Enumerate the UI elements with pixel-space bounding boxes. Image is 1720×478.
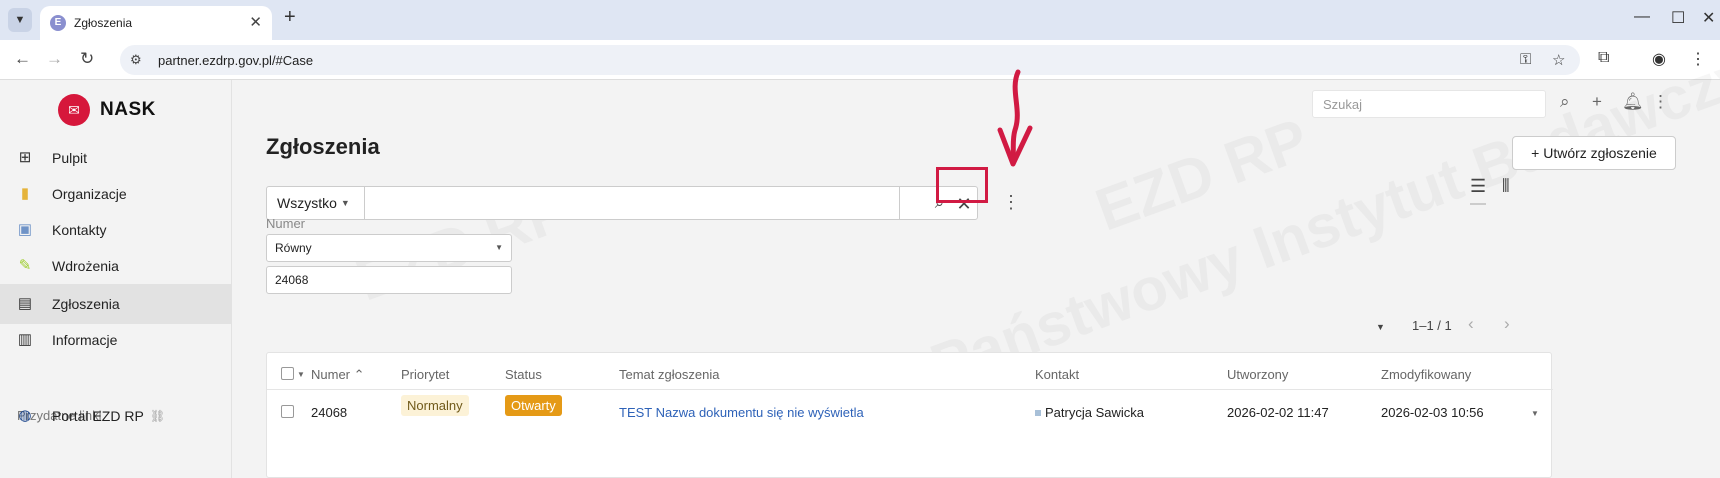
contact-card-icon: ▣ xyxy=(17,221,33,238)
grid-icon: ⊞ xyxy=(18,149,32,166)
logo-text: NASK xyxy=(100,99,156,120)
maximize-icon[interactable]: ☐ xyxy=(1671,8,1685,28)
sidebar-item-pulpit[interactable]: ⊞ Pulpit xyxy=(0,138,232,178)
sidebar-item-label: Informacje xyxy=(52,332,118,348)
sidebar-item-kontakty[interactable]: ▣ Kontakty xyxy=(0,210,232,250)
sidebar-item-label: Pulpit xyxy=(52,150,88,166)
filter-scope-select[interactable]: Wszystko ▼ xyxy=(267,187,365,219)
filter-options-icon[interactable]: ⋮ xyxy=(1002,192,1020,213)
next-page-icon[interactable]: › xyxy=(1504,314,1510,334)
annotation-highlight-box xyxy=(936,167,988,203)
priority-badge: Normalny xyxy=(401,395,469,416)
pencil-icon: ✎ xyxy=(18,257,32,274)
pagination-text: 1–1 / 1 xyxy=(1412,318,1452,333)
reload-icon[interactable]: ↻ xyxy=(80,49,94,69)
tab-title: Zgłoszenia xyxy=(74,16,133,30)
briefcase-icon: ▤ xyxy=(17,295,33,312)
column-header-temat[interactable]: Temat zgłoszenia xyxy=(619,367,719,382)
more-menu-icon[interactable]: ⋮ xyxy=(1652,92,1669,112)
cell-numer: 24068 xyxy=(311,405,348,420)
header-divider xyxy=(267,389,1553,390)
bell-icon[interactable]: 🔔︎ xyxy=(1622,92,1644,112)
extensions-icon[interactable]: ⧉ xyxy=(1598,49,1609,67)
star-icon[interactable]: ☆ xyxy=(1552,51,1565,69)
page-title: Zgłoszenia xyxy=(266,134,380,159)
cell-kontakt[interactable]: Patrycja Sawicka xyxy=(1035,405,1144,420)
sidebar-item-informacje[interactable]: ▥ Informacje xyxy=(0,320,232,360)
select-menu-caret-icon[interactable]: ▼ xyxy=(297,370,305,379)
globe-icon: ◍ xyxy=(18,407,32,424)
cell-utworzony: 2026-02-02 11:47 xyxy=(1227,405,1329,420)
sidebar-item-wdrozenia[interactable]: ✎ Wdrożenia xyxy=(0,246,232,286)
cell-zmodyfikowany: 2026-02-03 10:56 xyxy=(1381,405,1484,420)
sidebar-item-label: Organizacje xyxy=(52,186,127,202)
search-icon[interactable]: ⌕ xyxy=(1560,92,1570,112)
tab-close-icon[interactable]: ✕ xyxy=(249,13,262,31)
sidebar-link-label: Portal EZD RP xyxy=(52,408,144,424)
sidebar-item-label: Zgłoszenia xyxy=(52,296,120,312)
browser-toolbar: ← → ↻ ⚙ partner.ezdrp.gov.pl/#Case ⚿ ☆ ⧉… xyxy=(0,40,1720,80)
main-content: EZD RP NASK — Państwowy Instytut Badawcz… xyxy=(232,80,1720,478)
column-header-label: Numer xyxy=(311,367,351,382)
cases-table: ▼ Numer ⌃ Priorytet Status Temat zgłosze… xyxy=(266,352,1553,478)
building-icon: ▮ xyxy=(20,185,30,202)
prev-page-icon[interactable]: ‹ xyxy=(1468,314,1474,334)
url-text: partner.ezdrp.gov.pl/#Case xyxy=(158,53,314,68)
new-tab-icon[interactable]: + xyxy=(284,6,296,29)
kanban-view-icon[interactable]: ⫴ xyxy=(1502,176,1510,197)
sort-asc-icon: ⌃ xyxy=(353,367,365,382)
sidebar-item-label: Kontakty xyxy=(52,222,107,238)
column-header-status[interactable]: Status xyxy=(505,367,542,382)
column-header-kontakt[interactable]: Kontakt xyxy=(1035,367,1079,382)
minimize-icon[interactable]: — xyxy=(1634,8,1650,26)
row-actions-caret-icon[interactable]: ▼ xyxy=(1531,409,1539,418)
filter-number-input[interactable]: 24068 xyxy=(266,266,512,294)
add-icon[interactable]: + xyxy=(1592,92,1602,112)
browser-tab-active[interactable]: E Zgłoszenia ✕ xyxy=(40,6,272,40)
tab-search-button[interactable]: ▼ xyxy=(8,8,32,32)
book-icon: ▥ xyxy=(17,331,33,348)
row-checkbox[interactable] xyxy=(281,405,294,418)
column-header-utworzony[interactable]: Utworzony xyxy=(1227,367,1288,382)
status-badge: Otwarty xyxy=(505,395,562,416)
filter-operator-select[interactable]: Równy ▼ xyxy=(266,234,512,262)
search-filter-bar: Wszystko ▼ ⌕ xyxy=(266,186,978,220)
list-view-icon[interactable]: ☰ xyxy=(1470,176,1487,205)
filter-scope-label: Wszystko xyxy=(277,195,337,211)
column-header-zmodyfikowany[interactable]: Zmodyfikowany xyxy=(1381,367,1471,382)
contact-name: Patrycja Sawicka xyxy=(1045,405,1144,420)
global-search-input[interactable]: Szukaj xyxy=(1312,90,1546,118)
window-close-icon[interactable]: ✕ xyxy=(1702,8,1715,28)
column-header-priorytet[interactable]: Priorytet xyxy=(401,367,449,382)
watermark: EZD RP xyxy=(1087,104,1317,244)
sidebar-item-organizacje[interactable]: ▮ Organizacje xyxy=(0,174,232,214)
chevron-down-icon: ▼ xyxy=(495,243,503,252)
sidebar-link-portal[interactable]: ◍ Portal EZD RP ⛓ xyxy=(0,396,232,436)
column-header-numer[interactable]: Numer ⌃ xyxy=(311,367,365,383)
external-link-icon: ⛓ xyxy=(150,409,166,423)
filter-field-label: Numer xyxy=(266,216,306,231)
browser-menu-icon[interactable]: ⋮ xyxy=(1690,49,1706,69)
site-settings-icon[interactable]: ⚙ xyxy=(130,52,142,68)
filter-operator-value: Równy xyxy=(275,241,312,255)
address-bar[interactable]: ⚙ partner.ezdrp.gov.pl/#Case ⚿ ☆ xyxy=(120,45,1580,75)
page-size-caret-icon[interactable]: ▼ xyxy=(1376,322,1385,332)
browser-tabbar: ▼ E Zgłoszenia ✕ + — ☐ ✕ xyxy=(0,0,1720,40)
nask-logo[interactable]: ✉ NASK xyxy=(58,94,156,126)
select-all-checkbox[interactable] xyxy=(281,367,294,380)
sidebar: ✉ NASK ⊞ Pulpit ▮ Organizacje ▣ Kontakty… xyxy=(0,80,232,478)
nask-logo-icon: ✉ xyxy=(58,94,90,126)
favicon-icon: E xyxy=(50,15,66,31)
chevron-down-icon: ▼ xyxy=(340,198,350,208)
contact-avatar-icon xyxy=(1035,410,1041,416)
sidebar-item-label: Wdrożenia xyxy=(52,258,119,274)
sidebar-item-zgloszenia[interactable]: ▤ Zgłoszenia xyxy=(0,284,232,324)
key-icon[interactable]: ⚿ xyxy=(1520,51,1531,68)
forward-icon[interactable]: → xyxy=(46,49,63,69)
profile-icon[interactable]: ◉ xyxy=(1652,49,1666,69)
case-subject-link[interactable]: TEST Nazwa dokumentu się nie wyświetla xyxy=(619,405,864,420)
back-icon[interactable]: ← xyxy=(14,49,31,69)
create-case-button[interactable]: + Utwórz zgłoszenie xyxy=(1512,136,1676,170)
